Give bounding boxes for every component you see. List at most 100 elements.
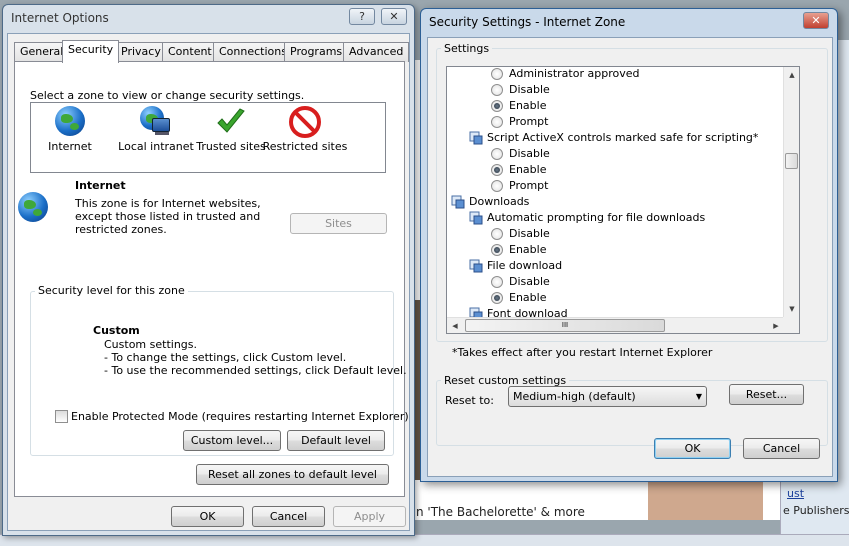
ok-button[interactable]: OK bbox=[171, 506, 244, 527]
security-tab-panel: Select a zone to view or change security… bbox=[14, 61, 409, 497]
scroll-thumb[interactable]: III bbox=[465, 319, 665, 332]
cancel-button[interactable]: Cancel bbox=[252, 506, 325, 527]
setting-label: Disable bbox=[509, 227, 550, 240]
zone-label: Restricted sites bbox=[262, 140, 348, 153]
setting-option[interactable]: Administrator approved bbox=[447, 67, 784, 82]
zone-description-line: restricted zones. bbox=[75, 223, 167, 236]
close-button[interactable]: ✕ bbox=[381, 8, 407, 25]
setting-label: Enable bbox=[509, 163, 547, 176]
settings-icon bbox=[469, 259, 483, 273]
dialog-body: Settings Administrator approved Disable En… bbox=[427, 37, 833, 477]
title-bar[interactable]: Security Settings - Internet Zone ✕ bbox=[421, 9, 837, 37]
dialog-body: General Security Privacy Content Connect… bbox=[7, 33, 410, 531]
setting-option[interactable]: Disable bbox=[447, 226, 784, 242]
settings-icon bbox=[469, 131, 483, 145]
reset-to-label: Reset to: bbox=[445, 394, 494, 407]
settings-label: Settings bbox=[441, 42, 493, 55]
radio-unselected[interactable] bbox=[491, 84, 503, 96]
default-level-button[interactable]: Default level bbox=[287, 430, 385, 451]
setting-option[interactable]: Disable bbox=[447, 274, 784, 290]
custom-level-button[interactable]: Custom level... bbox=[183, 430, 281, 451]
setting-label: Disable bbox=[509, 83, 550, 96]
help-button[interactable]: ? bbox=[349, 8, 375, 25]
setting-option[interactable]: Enable bbox=[447, 242, 784, 258]
setting-option[interactable]: Enable bbox=[447, 162, 784, 178]
custom-line: Custom settings. bbox=[104, 338, 198, 351]
setting-option[interactable]: Enable bbox=[447, 98, 784, 114]
setting-option[interactable]: Prompt bbox=[447, 178, 784, 194]
scroll-thumb[interactable] bbox=[785, 153, 798, 169]
radio-unselected[interactable] bbox=[491, 116, 503, 128]
radio-unselected[interactable] bbox=[491, 180, 503, 192]
radio-unselected[interactable] bbox=[491, 228, 503, 240]
title-bar[interactable]: Internet Options ? ✕ bbox=[3, 5, 414, 33]
radio-selected[interactable] bbox=[491, 292, 503, 304]
radio-unselected[interactable] bbox=[491, 276, 503, 288]
scroll-left-icon[interactable]: ◀ bbox=[447, 318, 463, 333]
settings-icon bbox=[469, 211, 483, 225]
apply-button[interactable]: Apply bbox=[333, 506, 406, 527]
restricted-icon bbox=[289, 106, 321, 138]
radio-unselected[interactable] bbox=[491, 148, 503, 160]
intranet-icon bbox=[140, 106, 172, 138]
globe-icon bbox=[54, 106, 86, 138]
tab-advanced[interactable]: Advanced bbox=[343, 42, 410, 62]
background-headline[interactable]: n 'The Bachelorette' & more bbox=[416, 505, 585, 519]
scroll-down-icon[interactable]: ▼ bbox=[784, 301, 799, 317]
setting-label: Enable bbox=[509, 99, 547, 112]
horizontal-scrollbar[interactable]: ◀ III ▶ bbox=[447, 317, 784, 333]
background-link[interactable]: ust bbox=[787, 487, 804, 500]
custom-title: Custom bbox=[93, 324, 140, 337]
tab-content[interactable]: Content bbox=[162, 42, 218, 62]
cancel-button[interactable]: Cancel bbox=[743, 438, 820, 459]
chevron-down-icon: ▼ bbox=[695, 392, 702, 401]
scroll-right-icon[interactable]: ▶ bbox=[768, 318, 784, 333]
background-text: e Publishers bbox=[783, 504, 849, 517]
tab-privacy[interactable]: Privacy bbox=[115, 42, 167, 62]
reset-to-value: Medium-high (default) bbox=[513, 390, 636, 403]
close-button[interactable]: ✕ bbox=[803, 12, 829, 29]
zone-description-line: This zone is for Internet websites, bbox=[75, 197, 261, 210]
ok-button[interactable]: OK bbox=[654, 438, 731, 459]
radio-selected[interactable] bbox=[491, 100, 503, 112]
zone-restricted-sites[interactable]: Restricted sites bbox=[260, 103, 350, 153]
settings-icon bbox=[451, 195, 465, 209]
internet-options-window: Internet Options ? ✕ General Security Pr… bbox=[2, 4, 415, 536]
setting-option[interactable]: Disable bbox=[447, 82, 784, 98]
setting-label: Automatic prompting for file downloads bbox=[487, 211, 706, 224]
reset-to-select[interactable]: Medium-high (default) ▼ bbox=[508, 386, 707, 407]
setting-label: Script ActiveX controls marked safe for … bbox=[487, 131, 759, 144]
radio-unselected[interactable] bbox=[491, 68, 503, 80]
custom-line: - To change the settings, click Custom l… bbox=[104, 351, 347, 364]
setting-option[interactable]: Enable bbox=[447, 290, 784, 306]
protected-mode-checkbox[interactable] bbox=[55, 410, 68, 423]
radio-selected[interactable] bbox=[491, 244, 503, 256]
radio-selected[interactable] bbox=[491, 164, 503, 176]
setting-label: File download bbox=[487, 259, 563, 272]
zone-description-line: except those listed in trusted and bbox=[75, 210, 261, 223]
setting-label: Enable bbox=[509, 291, 547, 304]
setting-option[interactable]: Prompt bbox=[447, 114, 784, 130]
scrollbar-corner bbox=[783, 317, 799, 333]
custom-line: - To use the recommended settings, click… bbox=[104, 364, 407, 377]
window-title: Security Settings - Internet Zone bbox=[429, 15, 626, 29]
reset-all-zones-button[interactable]: Reset all zones to default level bbox=[196, 464, 389, 485]
tab-programs[interactable]: Programs bbox=[284, 42, 349, 62]
setting-label: Disable bbox=[509, 275, 550, 288]
tab-security[interactable]: Security bbox=[62, 40, 120, 63]
settings-tree: Administrator approved Disable Enable Promp… bbox=[446, 66, 800, 334]
checkmark-icon bbox=[215, 106, 247, 138]
setting-label: Prompt bbox=[509, 179, 549, 192]
vertical-scrollbar[interactable]: ▲ ▼ bbox=[783, 67, 799, 317]
scroll-up-icon[interactable]: ▲ bbox=[784, 67, 799, 83]
setting-option[interactable]: Disable bbox=[447, 146, 784, 162]
sites-button[interactable]: Sites bbox=[290, 213, 387, 234]
setting-item: Automatic prompting for file downloads bbox=[447, 210, 784, 226]
zone-internet[interactable]: Internet bbox=[25, 103, 115, 153]
reset-button[interactable]: Reset... bbox=[729, 384, 804, 405]
protected-mode-label[interactable]: Enable Protected Mode (requires restarti… bbox=[71, 410, 409, 423]
security-settings-window: Security Settings - Internet Zone ✕ Sett… bbox=[420, 8, 838, 482]
tab-connections[interactable]: Connections bbox=[213, 42, 293, 62]
setting-item: File download bbox=[447, 258, 784, 274]
setting-item: Script ActiveX controls marked safe for … bbox=[447, 130, 784, 146]
